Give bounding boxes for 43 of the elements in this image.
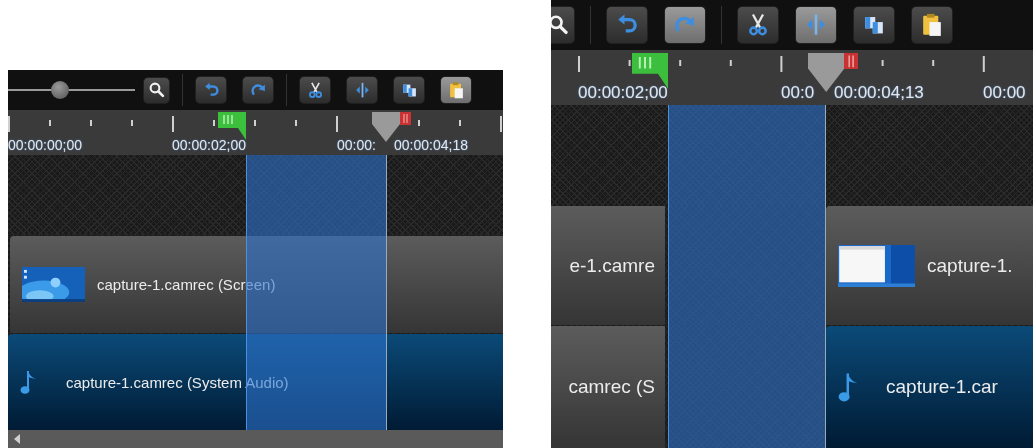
- clip-label: capture-1.camrec (Screen): [97, 276, 276, 293]
- clip-label: capture-1.: [927, 254, 1013, 277]
- out-point-marker[interactable]: [844, 52, 859, 70]
- cut-button[interactable]: [299, 76, 331, 104]
- video-clip[interactable]: e-1.camre: [551, 206, 665, 325]
- playhead-time: 00:00:04;18: [392, 137, 468, 153]
- audio-clip[interactable]: camrec (S: [551, 326, 665, 448]
- paste-button[interactable]: [911, 6, 953, 44]
- clip-label: camrec (S: [568, 376, 655, 398]
- time-label: 00:00:: [337, 137, 376, 153]
- zoom-button[interactable]: [143, 76, 170, 104]
- left-arrow-icon[interactable]: [13, 434, 21, 444]
- clip-label: e-1.camre: [569, 254, 655, 277]
- time-label: 00:00: [983, 84, 1026, 103]
- in-point-marker[interactable]: [218, 112, 246, 140]
- split-button[interactable]: [795, 6, 837, 44]
- audio-clip[interactable]: capture-1.camrec (System Audio): [8, 334, 503, 430]
- paste-button[interactable]: [440, 76, 472, 104]
- redo-button[interactable]: [242, 76, 274, 104]
- time-label: 00:0: [781, 84, 815, 103]
- video-clip[interactable]: capture-1.camrec (Screen): [10, 236, 503, 333]
- search-icon: [147, 81, 166, 99]
- clip-label: capture-1.car: [886, 376, 998, 398]
- video-clip[interactable]: capture-1.: [826, 206, 1033, 325]
- undo-button[interactable]: [606, 6, 648, 44]
- scrollbar[interactable]: [8, 430, 503, 448]
- time-label: 00:00:02;00: [578, 84, 668, 103]
- redo-button[interactable]: [664, 6, 706, 44]
- time-label: 00:00:02;00: [172, 137, 246, 153]
- time-label: 00:00:00;00: [8, 137, 82, 153]
- playhead-time: 00:00:04;13: [832, 84, 924, 103]
- audio-clip[interactable]: capture-1.car: [826, 326, 1033, 448]
- playhead-handle[interactable]: [372, 112, 400, 142]
- split-button[interactable]: [346, 76, 378, 104]
- slider-thumb[interactable]: [51, 81, 70, 99]
- copy-button[interactable]: [853, 6, 895, 44]
- out-point-marker[interactable]: [400, 112, 411, 125]
- clip-label: capture-1.camrec (System Audio): [66, 373, 289, 391]
- undo-button[interactable]: [195, 76, 227, 104]
- copy-button[interactable]: [393, 76, 425, 104]
- zoom-button[interactable]: [551, 6, 575, 44]
- zoom-slider[interactable]: [8, 80, 135, 100]
- cut-button[interactable]: [737, 6, 779, 44]
